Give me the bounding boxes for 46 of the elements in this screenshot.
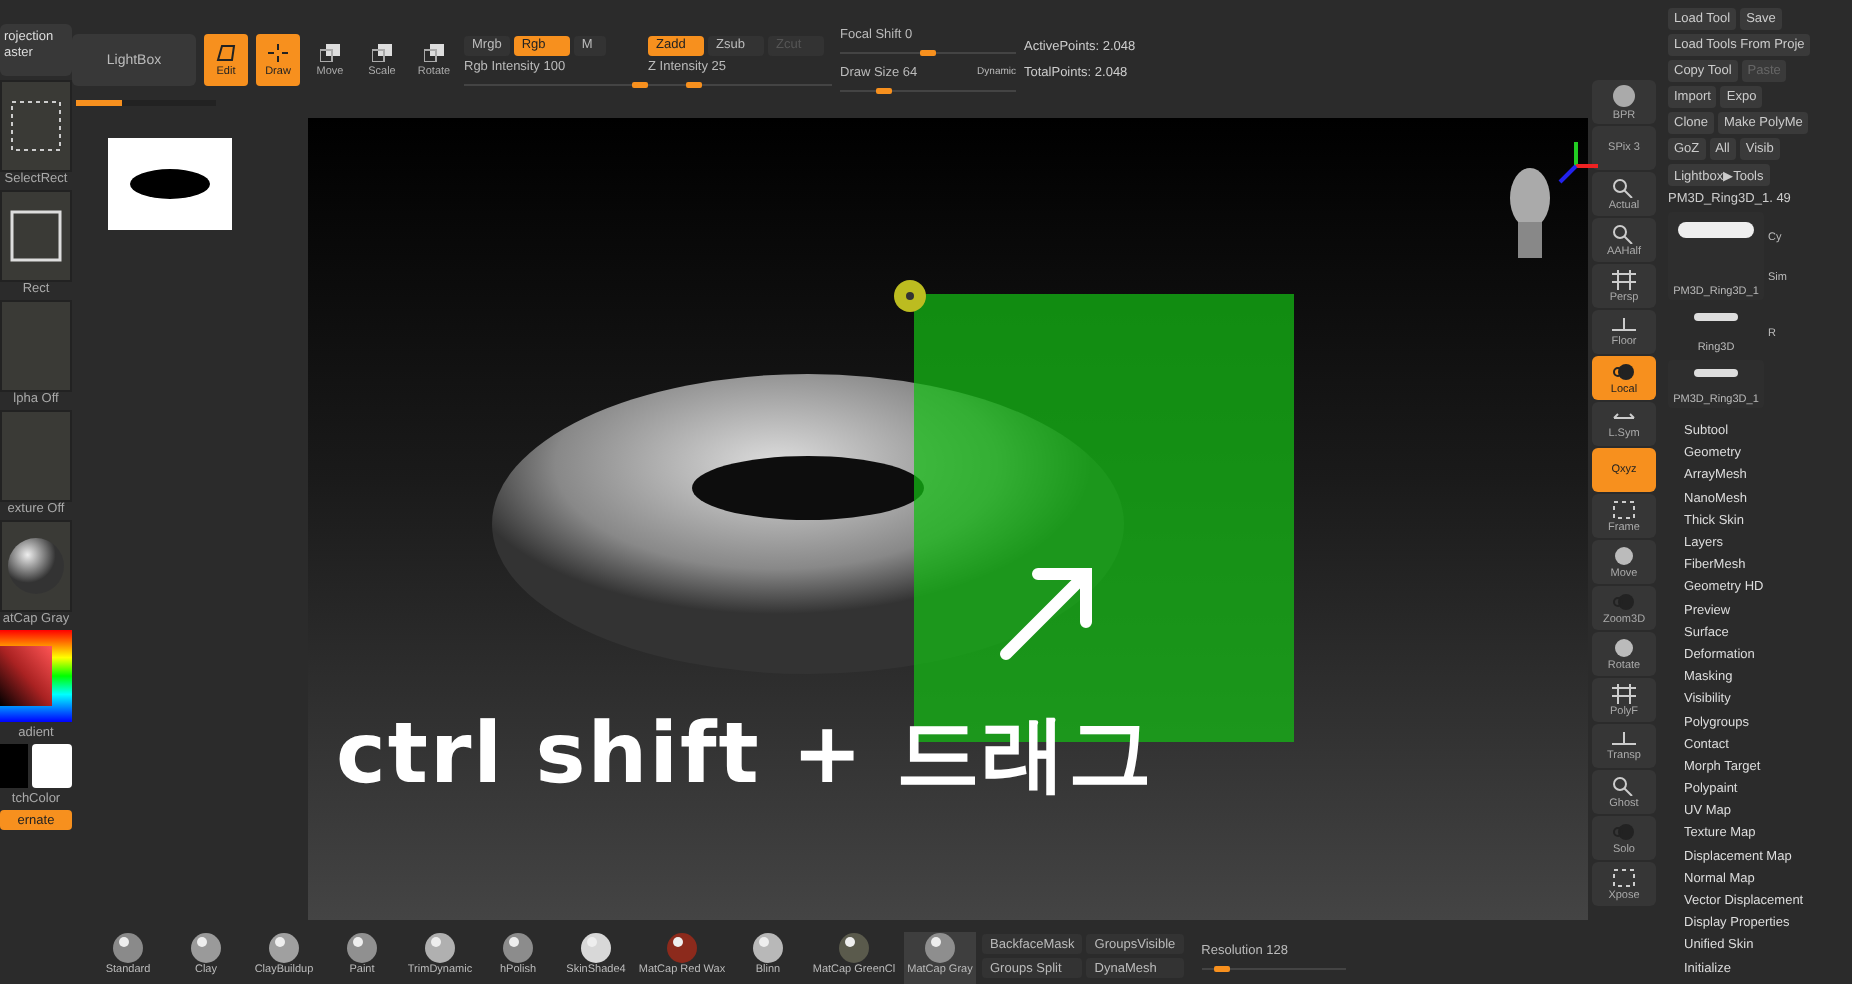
magnifier-icon bbox=[1612, 177, 1636, 197]
tool-tile[interactable] bbox=[0, 300, 72, 392]
material-sphere-icon bbox=[112, 932, 144, 964]
material-sphere-icon bbox=[924, 932, 956, 964]
magnifier-icon bbox=[1612, 223, 1636, 243]
floor-icon bbox=[1612, 731, 1636, 747]
magnifier-icon bbox=[1612, 775, 1636, 795]
crosshair-icon bbox=[268, 43, 288, 61]
grid-icon bbox=[1612, 683, 1636, 703]
frame-icon bbox=[1612, 499, 1636, 519]
main-color-swatch[interactable] bbox=[0, 744, 28, 788]
ring-icon bbox=[1692, 312, 1740, 322]
tool-tile[interactable] bbox=[0, 410, 72, 502]
progress-bar bbox=[76, 100, 216, 106]
arrows-icon bbox=[1612, 409, 1636, 425]
frame-icon bbox=[1612, 867, 1636, 887]
material-sphere-icon bbox=[268, 932, 300, 964]
caption-text: ctrl shift + 드래그 bbox=[336, 702, 1154, 806]
material-sphere-icon bbox=[346, 932, 378, 964]
ring-icon bbox=[1676, 220, 1756, 240]
ellipse-icon bbox=[128, 168, 212, 200]
ring-icon bbox=[1692, 368, 1740, 378]
selection-rectangle-icon bbox=[10, 100, 62, 152]
cursor-dot-icon bbox=[892, 278, 928, 314]
tool-tile[interactable] bbox=[0, 520, 72, 612]
material-sphere-icon bbox=[838, 932, 870, 964]
material-sphere-icon bbox=[190, 932, 222, 964]
floor-icon bbox=[1612, 317, 1636, 333]
material-sphere-icon bbox=[752, 932, 784, 964]
material-sphere-icon bbox=[580, 932, 612, 964]
head-icon bbox=[1504, 162, 1556, 262]
dot-icon bbox=[1612, 361, 1636, 381]
sphere-icon bbox=[1612, 83, 1636, 107]
edit-icon bbox=[216, 43, 236, 61]
color-picker[interactable] bbox=[0, 630, 72, 722]
material-sphere-icon bbox=[424, 932, 456, 964]
rectangle-icon bbox=[10, 210, 62, 262]
alpha-thumbnail[interactable] bbox=[108, 138, 232, 230]
arrow-icon bbox=[994, 562, 1098, 666]
material-sphere-icon bbox=[502, 932, 534, 964]
tool-tile[interactable] bbox=[0, 190, 72, 282]
tool-tile[interactable] bbox=[0, 80, 72, 172]
material-sphere-icon bbox=[6, 536, 66, 596]
material-sphere-icon bbox=[666, 932, 698, 964]
grid-icon bbox=[1612, 269, 1636, 289]
secondary-color-swatch[interactable] bbox=[32, 744, 72, 788]
